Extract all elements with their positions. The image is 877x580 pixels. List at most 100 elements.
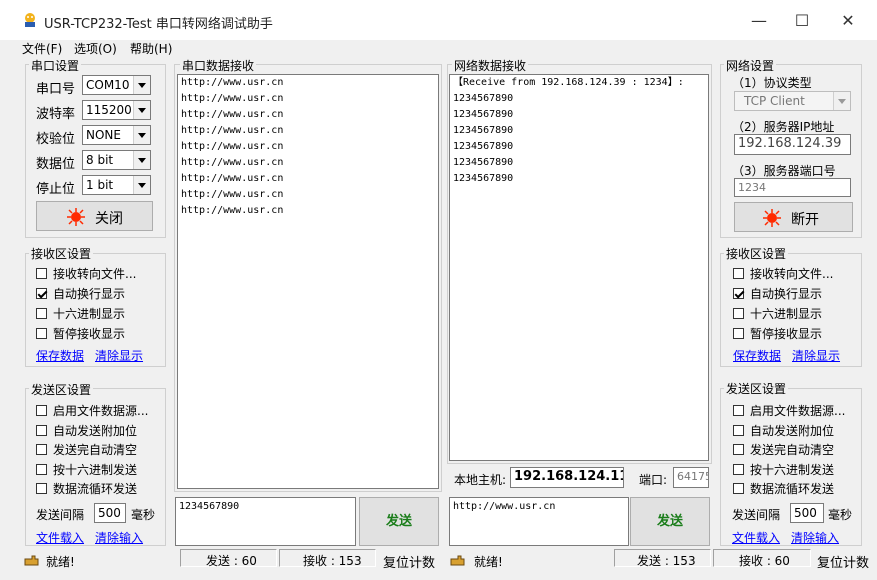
send-checkbox[interactable] [36,463,47,475]
send-interval-unit: 毫秒 [131,508,156,522]
net-send-button[interactable]: 发送 [630,497,710,546]
serial-recv-textarea[interactable]: http://www.usr.cn http://www.usr.cn http:/… [177,74,439,489]
clear-display-link[interactable]: 清除显示 [792,347,840,364]
send-checkbox[interactable] [36,483,47,494]
recv-option-label: 十六进制显示 [750,307,823,321]
send-interval-unit: 毫秒 [828,508,853,522]
serial-close-button[interactable]: 关闭 [36,201,153,231]
clear-input-link[interactable]: 清除输入 [95,529,143,546]
stopbits-select[interactable]: 1 bit [82,175,151,195]
recv-checkbox[interactable] [36,288,47,299]
server-port-label: （3）服务器端口号 [732,164,836,178]
save-data-link[interactable]: 保存数据 [36,347,84,364]
protocol-select[interactable]: TCP Client [734,91,851,111]
recv-checkbox[interactable] [36,268,47,279]
net-disconnect-button[interactable]: 断开 [734,202,853,232]
file-load-link[interactable]: 文件载入 [732,529,780,546]
server-port-field[interactable]: 1234 [734,178,851,197]
chevron-down-icon [133,176,150,194]
menu-help[interactable]: 帮助(H) [130,40,172,57]
received-line: 1234567890 [453,157,514,168]
recv-option-label: 暂停接收显示 [53,327,126,341]
send-option-label: 发送完自动清空 [53,443,138,457]
received-line: http://www.usr.cn [181,189,284,200]
recv-option-label: 接收转向文件... [53,267,137,281]
send-option-label: 自动发送附加位 [53,423,138,438]
local-host-label: 本地主机: [454,473,507,487]
databits-select[interactable]: 8 bit [82,150,151,170]
file-load-link[interactable]: 文件载入 [36,529,84,546]
close-button[interactable]: ✕ [834,8,862,34]
send-checkbox[interactable] [733,444,744,455]
parity-select[interactable]: NONE [82,125,151,145]
port-select[interactable]: COM10 [82,75,151,95]
chevron-down-icon [133,151,150,169]
recv-settings-title-left: 接收区设置 [29,245,94,262]
net-recv-textarea[interactable]: 【Receive from 192.168.124.39 : 1234】: 123… [449,74,709,461]
local-port-field[interactable]: 64175 [673,467,709,488]
save-data-link[interactable]: 保存数据 [733,347,781,364]
send-option-label: 启用文件数据源... [53,404,149,418]
send-checkbox[interactable] [733,424,744,436]
menu-options[interactable]: 选项(O) [74,40,117,57]
recv-checkbox[interactable] [733,328,744,339]
received-line: http://www.usr.cn [181,93,284,104]
app-icon [25,13,35,27]
hand-pointer-icon [450,555,465,566]
send-checkbox[interactable] [733,463,744,475]
server-ip-label: （2）服务器IP地址 [732,120,835,134]
serial-send-input[interactable]: 1234567890 [175,497,356,546]
serial-close-label: 关闭 [95,211,123,227]
received-line: http://www.usr.cn [181,205,284,216]
protocol-label: （1）协议类型 [732,76,812,90]
recv-checkbox[interactable] [733,308,744,319]
recv-checkbox[interactable] [733,268,744,279]
local-port-label: 端口: [639,473,668,487]
send-option-label: 按十六进制发送 [53,462,138,477]
clear-display-link[interactable]: 清除显示 [95,347,143,364]
status-ready-right: 就绪! [474,555,503,569]
reset-count-button-left[interactable]: 复位计数 [383,552,435,571]
send-interval-label: 发送间隔 [36,508,85,522]
server-ip-field[interactable]: 192.168.124.39 [734,134,851,155]
reset-count-button-right[interactable]: 复位计数 [817,552,869,571]
send-checkbox[interactable] [36,405,47,416]
send-settings-title-left: 发送区设置 [29,381,94,398]
recv-checkbox[interactable] [733,288,744,299]
send-checkbox[interactable] [733,405,744,416]
received-line: 1234567890 [453,141,514,152]
net-settings-title: 网络设置 [724,57,777,74]
received-line: 1234567890 [453,109,514,120]
baud-select[interactable]: 115200 [82,100,151,120]
send-checkbox[interactable] [733,483,744,494]
send-option-label: 按十六进制发送 [750,462,835,477]
clear-input-link[interactable]: 清除输入 [791,529,839,546]
menu-file[interactable]: 文件(F) [22,40,62,57]
recv-checkbox[interactable] [36,328,47,339]
received-line: http://www.usr.cn [181,173,284,184]
send-option-label: 启用文件数据源... [750,404,846,418]
stopbits-label: 停止位 [36,182,76,197]
send-option-label: 自动发送附加位 [750,423,835,438]
status-recv-left: 接收 : 153 [303,554,362,568]
send-checkbox[interactable] [36,424,47,436]
chevron-down-icon [133,76,150,94]
net-disconnect-label: 断开 [791,212,819,228]
local-ip-field[interactable]: 192.168.124.11 [510,467,624,488]
send-interval-input[interactable]: 500 [94,503,126,523]
serial-send-button[interactable]: 发送 [359,497,439,546]
net-send-input[interactable]: http://www.usr.cn [449,497,629,546]
minimize-button[interactable]: — [745,8,773,34]
send-checkbox[interactable] [36,444,47,455]
received-line: 1234567890 [453,93,514,104]
send-option-label: 数据流循环发送 [750,482,835,496]
status-recv-right: 接收 : 60 [739,554,790,568]
recv-checkbox[interactable] [36,308,47,319]
send-option-label: 数据流循环发送 [53,482,138,496]
parity-label: 校验位 [36,132,76,147]
send-interval-input[interactable]: 500 [790,503,824,523]
recv-option-label: 自动换行显示 [750,287,823,301]
recv-option-label: 暂停接收显示 [750,327,823,341]
maximize-button[interactable]: ☐ [788,8,816,34]
serial-settings-title: 串口设置 [29,57,82,74]
